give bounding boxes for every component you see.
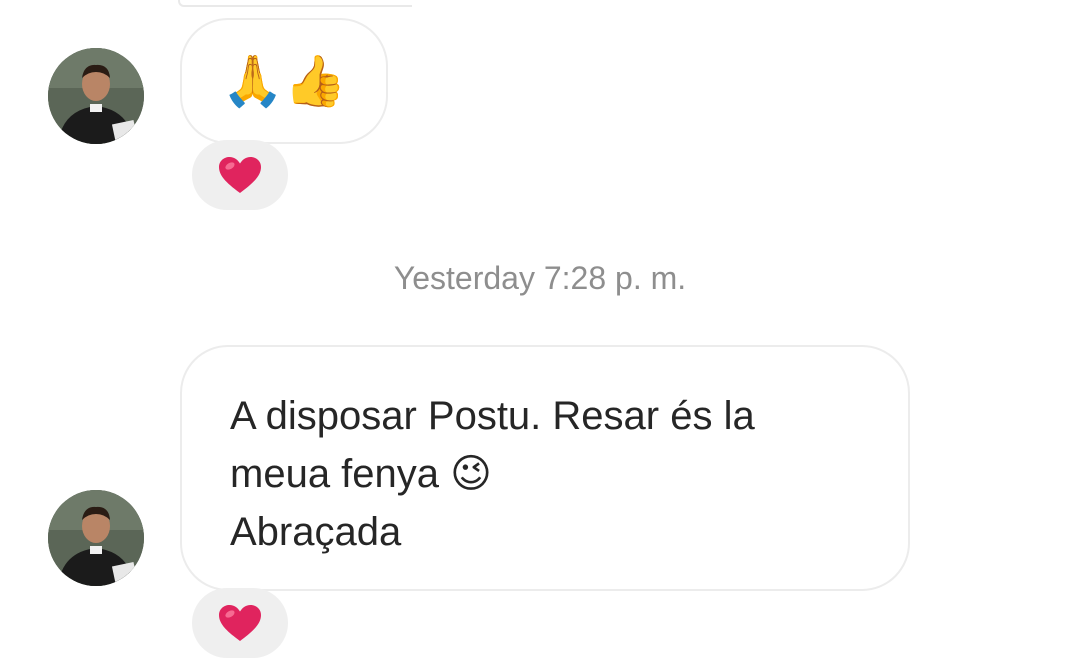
avatar-photo <box>48 48 144 144</box>
message-timestamp: Yesterday 7:28 p. m. <box>393 260 687 296</box>
message-line-text: meua fenya <box>230 452 440 496</box>
avatar-photo <box>48 490 144 586</box>
reaction-badge[interactable] <box>192 588 288 658</box>
message-line: A disposar Postu. Resar és la <box>230 394 755 438</box>
emoji-message: 🙏👍 <box>221 51 347 110</box>
heart-icon <box>219 157 261 193</box>
message-line: Abraçada <box>230 510 402 554</box>
wink-emoji: 😉 <box>450 451 492 497</box>
previous-bubble-edge <box>178 0 412 7</box>
sender-avatar[interactable] <box>48 490 144 586</box>
reaction-badge[interactable] <box>192 140 288 210</box>
sender-avatar[interactable] <box>48 48 144 144</box>
heart-icon <box>219 605 261 641</box>
message-bubble[interactable]: 🙏👍 <box>180 18 388 144</box>
message-line-with-emoji: meua fenya 😉 <box>230 445 860 503</box>
message-bubble[interactable]: A disposar Postu. Resar és la meua fenya… <box>180 345 910 591</box>
